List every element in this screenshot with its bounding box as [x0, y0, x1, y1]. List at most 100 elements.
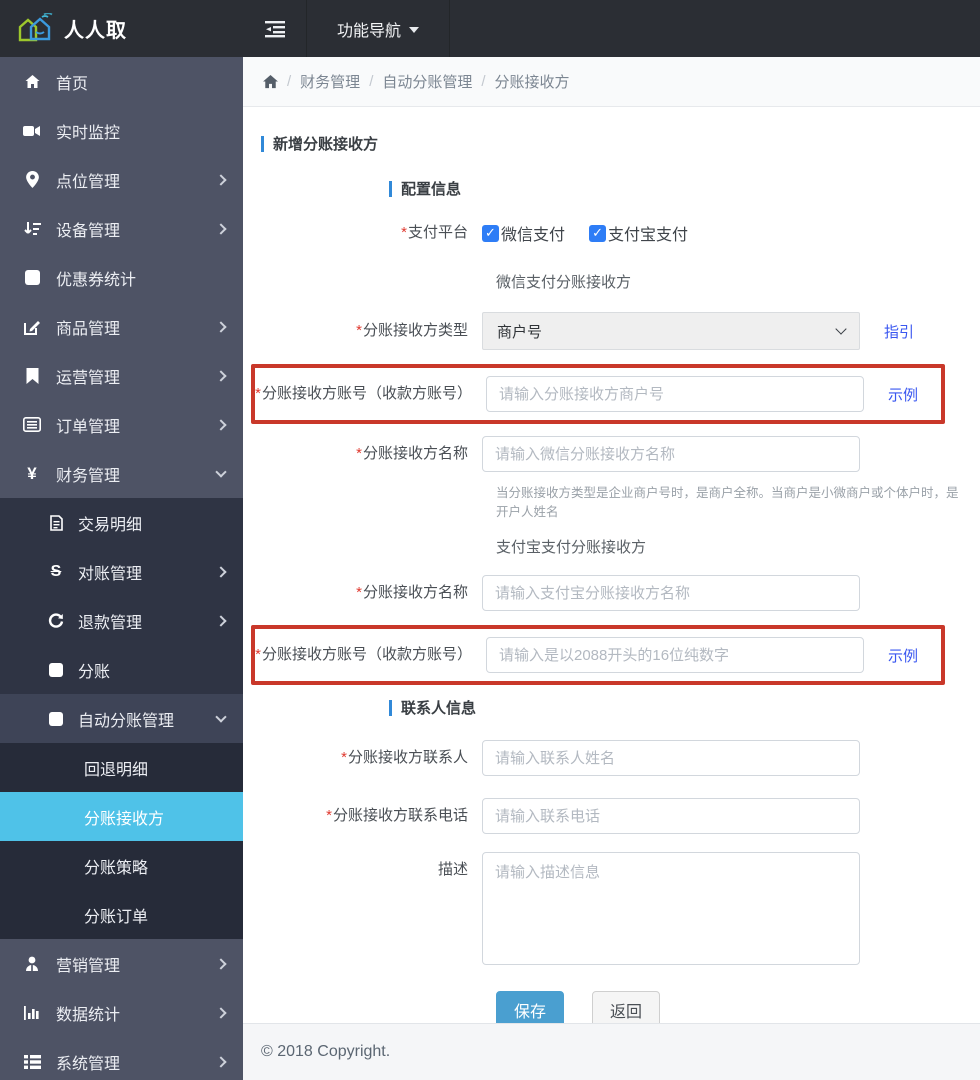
th-list-icon: [22, 1054, 42, 1069]
contact-person-row: *分账接收方联系人: [261, 740, 960, 776]
sidebar-item-marketing[interactable]: 营销管理: [0, 939, 243, 988]
contact-phone-row: *分账接收方联系电话: [261, 798, 960, 834]
sidebar-item-auto-sharing-mgmt[interactable]: 自动分账管理: [0, 694, 243, 743]
alipay-account-label: 分账接收方账号（收款方账号）: [261, 646, 472, 663]
section-contact: 联系人信息: [389, 697, 960, 718]
save-button[interactable]: 保存: [496, 991, 565, 1023]
alipay-name-input[interactable]: [482, 575, 860, 611]
breadcrumb-item[interactable]: 财务管理: [300, 71, 360, 92]
brand-logo[interactable]: 人人取: [0, 0, 243, 57]
sidebar-item-monitor[interactable]: 实时监控: [0, 106, 243, 155]
sidebar-item-reconciliation[interactable]: S 对账管理: [0, 547, 243, 596]
function-nav-dropdown[interactable]: 功能导航: [306, 0, 451, 57]
sidebar-item-profit-sharing[interactable]: 分账: [0, 645, 243, 694]
wechat-account-input[interactable]: [486, 376, 864, 412]
form-buttons: 保存 返回: [496, 991, 960, 1023]
chevron-right-icon: [215, 1006, 227, 1019]
form-panel: 新增分账接收方 配置信息 *支付平台 ✓ 微信支付 ✓ 支付宝支付 微信支付分账…: [243, 107, 980, 1023]
sidebar-item-statistics[interactable]: 数据统计: [0, 988, 243, 1037]
pay-platform-label: 支付平台: [407, 224, 468, 241]
guide-link[interactable]: 指引: [884, 321, 914, 342]
breadcrumb-home-icon[interactable]: [263, 74, 278, 89]
refresh-icon: [46, 612, 66, 629]
breadcrumb: / 财务管理 / 自动分账管理 / 分账接收方: [243, 57, 980, 107]
alipay-account-input[interactable]: [486, 637, 864, 673]
contact-person-input[interactable]: [482, 740, 860, 776]
sidebar-item-refunds[interactable]: 退款管理: [0, 596, 243, 645]
example-link[interactable]: 示例: [888, 645, 918, 666]
bar-chart-icon: [22, 1005, 42, 1020]
video-camera-icon: [22, 124, 42, 138]
sidebar-item-sharing-strategy[interactable]: 分账策略: [0, 841, 243, 890]
chevron-down-icon: [215, 710, 227, 723]
sidebar-item-coupon-stats[interactable]: 优惠券统计: [0, 253, 243, 302]
chevron-down-icon: [215, 465, 227, 478]
brand-name: 人人取: [64, 20, 127, 42]
description-row: 描述: [261, 852, 960, 965]
alipay-account-highlight-box: *分账接收方账号（收款方账号） 示例: [251, 625, 945, 685]
sidebar-item-products[interactable]: 商品管理: [0, 302, 243, 351]
app-window: 人人取 功能导航 首页 实时监控 点位管理 设备管理 优惠券统计 商品管理 运营…: [0, 0, 980, 1080]
sidebar-item-sharing-receiver[interactable]: 分账接收方: [0, 792, 243, 841]
wechat-name-input[interactable]: [482, 436, 860, 472]
wechat-name-label: 分账接收方名称: [362, 445, 468, 462]
chevron-right-icon: [215, 222, 227, 235]
map-marker-icon: [22, 171, 42, 188]
contact-phone-label: 分账接收方联系电话: [332, 807, 468, 824]
sidebar-item-orders[interactable]: 订单管理: [0, 400, 243, 449]
wechat-name-hint: 当分账接收方类型是企业商户号时，是商户全称。当商户是小微商户或个体户时，是开户人…: [496, 486, 959, 519]
main-area: / 财务管理 / 自动分账管理 / 分账接收方 新增分账接收方 配置信息 *支付…: [243, 57, 980, 1080]
contact-person-label: 分账接收方联系人: [347, 749, 468, 766]
function-nav-label: 功能导航: [337, 22, 402, 40]
example-link[interactable]: 示例: [888, 384, 918, 405]
sidebar-item-finance[interactable]: ¥ 财务管理: [0, 449, 243, 498]
sidebar-toggle-button[interactable]: [243, 0, 306, 57]
wechat-account-highlight-box: *分账接收方账号（收款方账号） 示例: [251, 364, 945, 424]
back-button[interactable]: 返回: [592, 991, 661, 1023]
sidebar-item-locations[interactable]: 点位管理: [0, 155, 243, 204]
chevron-right-icon: [215, 1055, 227, 1068]
chevron-right-icon: [215, 418, 227, 431]
square-icon: [22, 270, 42, 285]
list-alt-icon: [22, 417, 42, 432]
chevron-right-icon: [215, 369, 227, 382]
sidebar-toggle-icon: [264, 20, 286, 38]
houses-logo-icon: [16, 12, 54, 45]
sidebar-item-system[interactable]: 系统管理: [0, 1037, 243, 1080]
file-text-icon: [46, 514, 66, 531]
footer: © 2018 Copyright.: [243, 1023, 980, 1080]
checkbox-checked-icon: ✓: [482, 224, 499, 242]
wechat-group-subtitle: 微信支付分账接收方: [496, 274, 632, 291]
sidebar-item-sharing-orders[interactable]: 分账订单: [0, 890, 243, 939]
checkbox-checked-icon: ✓: [589, 224, 607, 242]
sort-amount-icon: [22, 221, 42, 237]
chevron-right-icon: [215, 320, 227, 333]
breadcrumb-item[interactable]: 分账接收方: [495, 71, 570, 92]
copyright-text: © 2018 Copyright.: [261, 1043, 391, 1060]
alipay-name-row: *分账接收方名称: [261, 575, 960, 611]
receiver-type-select[interactable]: 商户号: [482, 312, 860, 350]
sidebar-item-home[interactable]: 首页: [0, 57, 243, 106]
chevron-right-icon: [215, 565, 227, 578]
sidebar-item-transaction-detail[interactable]: 交易明细: [0, 498, 243, 547]
reconciliation-icon: S: [50, 562, 62, 580]
pay-platform-row: *支付平台 ✓ 微信支付 ✓ 支付宝支付: [261, 221, 960, 245]
sidebar-item-rollback-detail[interactable]: 回退明细: [0, 743, 243, 792]
section-config: 配置信息: [389, 178, 960, 199]
breadcrumb-item[interactable]: 自动分账管理: [382, 71, 472, 92]
sidebar-item-operations[interactable]: 运营管理: [0, 351, 243, 400]
chevron-right-icon: [215, 957, 227, 970]
contact-phone-input[interactable]: [482, 798, 860, 834]
description-textarea[interactable]: [482, 852, 860, 965]
square-icon: [46, 662, 66, 677]
chevron-right-icon: [215, 614, 227, 627]
select-chevron-icon: [835, 323, 847, 335]
home-icon: [22, 74, 42, 90]
sidebar-item-devices[interactable]: 设备管理: [0, 204, 243, 253]
alipay-group-subtitle: 支付宝支付分账接收方: [496, 539, 647, 556]
wechat-pay-checkbox[interactable]: ✓ 微信支付: [482, 221, 565, 245]
alipay-checkbox[interactable]: ✓ 支付宝支付: [589, 221, 688, 245]
alipay-name-label: 分账接收方名称: [362, 584, 468, 601]
sidebar: 首页 实时监控 点位管理 设备管理 优惠券统计 商品管理 运营管理 订单管理 ¥…: [0, 57, 243, 1080]
wechat-account-label: 分账接收方账号（收款方账号）: [261, 385, 472, 402]
